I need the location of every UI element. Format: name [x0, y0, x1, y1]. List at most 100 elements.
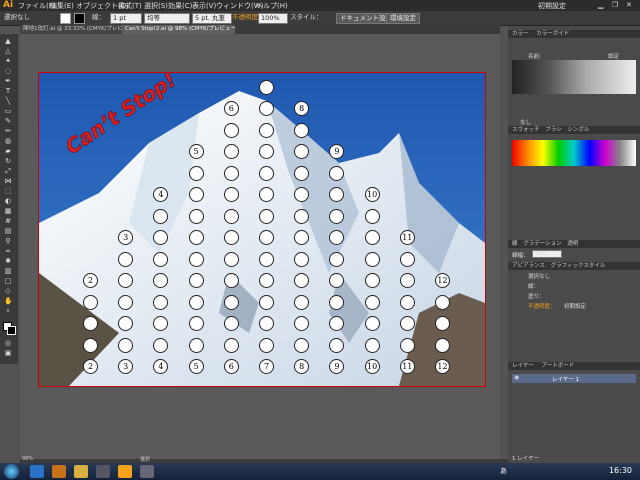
opacity-field[interactable]: 100% [258, 13, 288, 24]
column-10-cell [364, 337, 380, 353]
column-12-cell [435, 316, 450, 331]
appearance-stroke-row[interactable]: 線： [528, 282, 539, 290]
tab-color-guide[interactable]: カラーガイド [536, 31, 569, 37]
tab-document-1[interactable]: 陣地1改訂.ai @ 33.33% (CMYK/プレビュー) [20, 25, 123, 34]
column-10-base-label: 10 [364, 359, 380, 374]
column-7-cell [259, 251, 274, 267]
zoom-level[interactable]: 98% [22, 456, 33, 462]
tab-appearance[interactable]: アピアランス [512, 263, 545, 269]
workspace-switcher[interactable]: 初期設定 [538, 1, 566, 11]
brush-select[interactable]: 5 pt. 丸筆 [192, 13, 232, 24]
blob-brush-tool-icon[interactable]: ◍ [4, 138, 12, 145]
appearance-fill-row[interactable]: 塗り： [528, 292, 545, 300]
column-3-cell [118, 294, 134, 310]
menu-type[interactable]: 書式(T) [118, 1, 142, 11]
gradient-tool-icon[interactable]: ▤ [4, 228, 12, 235]
column-7-cell [259, 316, 274, 331]
fill-swatch[interactable] [60, 13, 71, 24]
illustrator-taskbar-icon[interactable] [118, 465, 132, 478]
stroke-style-select[interactable]: 均等 [144, 13, 190, 24]
symbol-sprayer-tool-icon[interactable]: ✺ [4, 258, 12, 265]
column-5-cell [188, 316, 204, 331]
color-guide-swatches[interactable] [512, 60, 636, 94]
graph-tool-icon[interactable]: ▥ [4, 268, 12, 275]
swatch-grid[interactable] [512, 140, 636, 166]
menu-effect[interactable]: 効果(C) [168, 1, 192, 11]
stroke-color-icon[interactable] [7, 326, 16, 335]
menu-view[interactable]: 表示(V) [192, 1, 216, 11]
menu-help[interactable]: ヘルプ(H) [256, 1, 288, 11]
visibility-eye-icon[interactable]: ◉ [514, 374, 519, 381]
restore-icon[interactable]: ❐ [612, 1, 618, 9]
blend-tool-icon[interactable]: ∞ [4, 248, 12, 255]
app-icon-1[interactable] [96, 465, 110, 478]
line-tool-icon[interactable]: ╲ [4, 98, 12, 105]
pencil-tool-icon[interactable]: ✏ [4, 128, 12, 135]
free-transform-tool-icon[interactable]: ⬚ [4, 188, 12, 195]
stroke-swatch[interactable] [74, 13, 85, 24]
column-11-cell [399, 273, 415, 288]
eyedropper-tool-icon[interactable]: ⚲ [4, 238, 12, 245]
column-4-cell [153, 251, 169, 267]
media-player-icon[interactable] [52, 465, 66, 478]
column-11-cell [399, 294, 415, 310]
column-6-cell [223, 251, 239, 267]
scale-tool-icon[interactable]: ⤢ [4, 168, 12, 175]
ime-indicator[interactable]: あ [500, 466, 507, 476]
tab-transparency[interactable]: 透明 [567, 241, 578, 247]
pen-tool-icon[interactable]: ✒ [4, 78, 12, 85]
stroke-weight-input[interactable]: 1 pt [532, 250, 562, 258]
opacity-label[interactable]: 不透明度 [232, 13, 258, 22]
tab-graphic-styles[interactable]: グラフィックスタイル [551, 263, 606, 269]
width-tool-icon[interactable]: ⋈ [4, 178, 12, 185]
type-tool-icon[interactable]: T [4, 88, 12, 95]
preferences-button[interactable]: 環境設定 [386, 13, 420, 24]
eraser-tool-icon[interactable]: ▰ [4, 148, 12, 155]
column-6-cell [223, 122, 239, 138]
shape-builder-tool-icon[interactable]: ◐ [4, 198, 12, 205]
swatches-panel-header: スウォッチ ブラシ シンボル [508, 126, 640, 134]
magic-wand-tool-icon[interactable]: ✦ [4, 58, 12, 65]
tab-symbols[interactable]: シンボル [567, 127, 589, 133]
artboard[interactable]: Can’t Stop! 2233445566778899101011111212 [38, 72, 486, 387]
tab-artboards[interactable]: アートボード [542, 363, 575, 369]
app-icon-2[interactable] [140, 465, 154, 478]
direct-selection-tool-icon[interactable]: △ [4, 48, 12, 55]
windows-taskbar: あ 16:30 [0, 463, 640, 480]
tab-gradient[interactable]: グラデーション [523, 241, 561, 247]
rectangle-tool-icon[interactable]: ▭ [4, 108, 12, 115]
screen-mode-icon[interactable]: ▣ [4, 350, 12, 357]
rotate-tool-icon[interactable]: ↻ [4, 158, 12, 165]
zoom-tool-icon[interactable]: ⚬ [4, 308, 12, 315]
close-icon[interactable]: ✕ [626, 1, 632, 9]
hand-tool-icon[interactable]: ✋ [4, 298, 13, 305]
tab-color[interactable]: カラー [512, 31, 529, 37]
explorer-icon[interactable] [74, 465, 88, 478]
minimize-icon[interactable]: ▁ [598, 1, 603, 9]
column-10-top-label: 10 [364, 187, 380, 202]
layer-row[interactable]: ◉ レイヤー 1 [512, 374, 636, 383]
lasso-tool-icon[interactable]: ◌ [4, 68, 12, 75]
draw-mode-icon[interactable]: ◎ [4, 340, 12, 347]
tab-swatches[interactable]: スウォッチ [512, 127, 540, 133]
tab-stroke[interactable]: 線 [512, 241, 518, 247]
tab-layers[interactable]: レイヤー [512, 363, 534, 369]
artboard-tool-icon[interactable]: □ [4, 278, 12, 285]
tab-brushes[interactable]: ブラシ [545, 127, 561, 133]
column-7-cell [259, 230, 274, 245]
column-8-cell [294, 251, 310, 267]
appearance-opacity-row[interactable]: 不透明度： [528, 302, 556, 310]
start-button-icon[interactable] [4, 464, 19, 479]
paintbrush-tool-icon[interactable]: ✎ [4, 118, 12, 125]
menu-select[interactable]: 選択(S) [144, 1, 168, 11]
column-2-cell [83, 337, 98, 353]
slice-tool-icon[interactable]: ◇ [4, 288, 12, 295]
color-panel-header: カラー カラーガイド [508, 30, 640, 38]
menu-edit[interactable]: 編集(E) [50, 1, 74, 11]
selection-tool-icon[interactable]: ▲ [4, 38, 12, 45]
tab-document-2[interactable]: Can't Stop!2.ai @ 98% (CMYK/プレビュー) [122, 25, 235, 34]
ie-icon[interactable] [30, 465, 44, 478]
mesh-tool-icon[interactable]: # [4, 218, 12, 225]
stroke-weight-field[interactable]: 1 pt [110, 13, 142, 24]
perspective-grid-tool-icon[interactable]: ▦ [4, 208, 12, 215]
